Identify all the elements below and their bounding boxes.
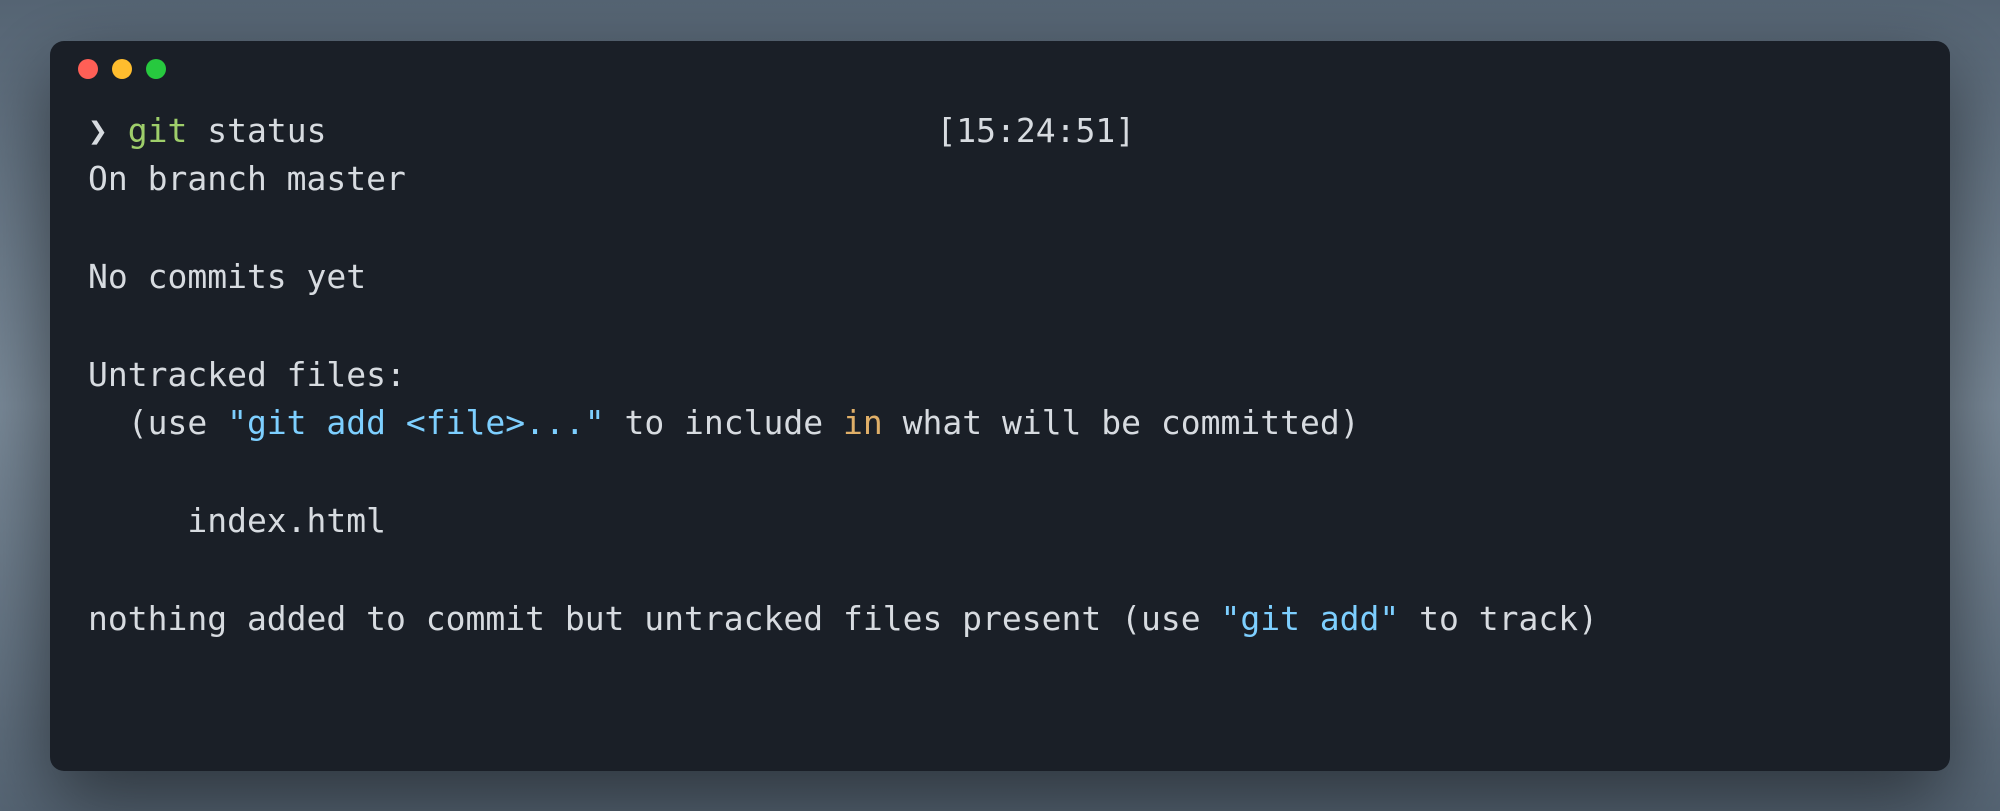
summary-prefix: nothing added to commit but untracked fi… [88, 599, 1220, 638]
maximize-window-button[interactable] [146, 59, 166, 79]
timestamp: [15:24:51] [936, 107, 1135, 156]
hint-keyword-in: in [843, 403, 883, 442]
summary-command: "git add" [1220, 599, 1399, 638]
summary-suffix: to track) [1399, 599, 1598, 638]
prompt-symbol: ❯ [88, 111, 108, 150]
terminal-output[interactable]: ❯ git status [15:24:51] On branch master N… [50, 97, 1950, 771]
command-git: git [128, 111, 188, 150]
prompt-line: ❯ git status [15:24:51] [88, 107, 1912, 156]
untracked-header: Untracked files: [88, 355, 406, 394]
window-titlebar [50, 41, 1950, 97]
hint-mid2: what will be committed) [883, 403, 1360, 442]
no-commits-line: No commits yet [88, 257, 366, 296]
close-window-button[interactable] [78, 59, 98, 79]
untracked-file: index.html [88, 501, 386, 540]
command-args: status [187, 111, 326, 150]
minimize-window-button[interactable] [112, 59, 132, 79]
terminal-window: ❯ git status [15:24:51] On branch master N… [50, 41, 1950, 771]
branch-line: On branch master [88, 159, 406, 198]
hint-prefix: (use [88, 403, 227, 442]
hint-mid1: to include [605, 403, 843, 442]
hint-command: "git add <file>..." [227, 403, 605, 442]
